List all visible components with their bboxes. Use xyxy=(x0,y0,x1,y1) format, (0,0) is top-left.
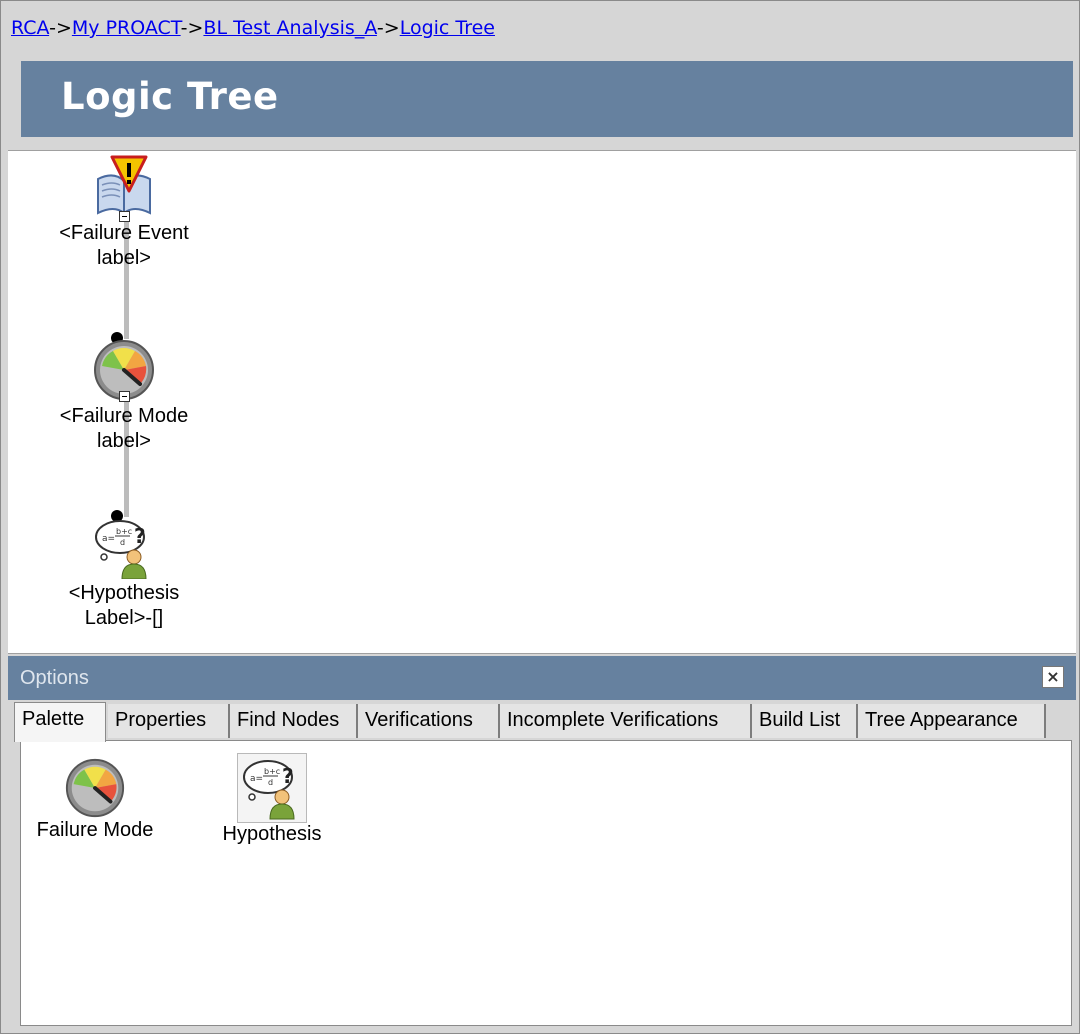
page-title: Logic Tree xyxy=(61,75,279,118)
options-title: Options xyxy=(20,667,89,689)
palette-item-failure-mode[interactable]: Failure Mode xyxy=(25,757,165,842)
collapse-toggle[interactable] xyxy=(119,391,130,402)
svg-text:b+c: b+c xyxy=(264,767,280,776)
tree-node-failure-event[interactable]: <Failure Event label> xyxy=(44,155,204,271)
hypothesis-icon: a= b+c d ? xyxy=(95,520,147,579)
tab-incomplete-verifications[interactable]: Incomplete Verifications xyxy=(500,704,752,738)
tab-tree-appearance[interactable]: Tree Appearance xyxy=(858,704,1046,738)
breadcrumb-link-my-proact[interactable]: My PROACT xyxy=(72,17,181,39)
tree-node-label: <Failure Mode label> xyxy=(59,405,189,452)
tab-palette[interactable]: Palette xyxy=(14,702,106,742)
breadcrumb-separator: -> xyxy=(180,17,204,39)
tree-node-label: <Failure Event label> xyxy=(59,222,189,269)
options-panel-header: Options × xyxy=(8,656,1076,700)
tab-properties[interactable]: Properties xyxy=(108,704,230,738)
tree-node-label: <Hypothesis Label>-[] xyxy=(68,582,180,629)
tab-build-list[interactable]: Build List xyxy=(752,704,858,738)
breadcrumb-link-logic-tree[interactable]: Logic Tree xyxy=(400,17,495,39)
palette-panel: Failure Mode a= b+c d ? Hypothesis xyxy=(20,740,1072,1026)
breadcrumb-link-rca[interactable]: RCA xyxy=(11,17,49,39)
options-tabs: Palette Properties Find Nodes Verificati… xyxy=(8,700,1076,742)
svg-text:b+c: b+c xyxy=(116,527,132,536)
breadcrumb-separator: -> xyxy=(49,17,72,39)
failure-mode-icon xyxy=(65,758,125,818)
breadcrumb-separator: -> xyxy=(376,17,400,39)
tab-find-nodes[interactable]: Find Nodes xyxy=(230,704,358,738)
svg-text:d: d xyxy=(120,538,125,547)
close-button[interactable]: × xyxy=(1042,666,1064,688)
svg-text:a=: a= xyxy=(102,534,115,544)
breadcrumb: RCA->My PROACT->BL Test Analysis_A->Logi… xyxy=(11,17,495,39)
svg-text:?: ? xyxy=(282,764,294,788)
palette-item-hypothesis[interactable]: a= b+c d ? Hypothesis xyxy=(207,753,337,846)
tree-node-failure-mode[interactable]: <Failure Mode label> xyxy=(44,339,204,454)
tab-verifications[interactable]: Verifications xyxy=(358,704,500,738)
palette-item-label: Hypothesis xyxy=(222,823,322,845)
svg-text:d: d xyxy=(268,778,273,787)
svg-text:a=: a= xyxy=(250,774,263,784)
palette-item-selection: a= b+c d ? xyxy=(237,753,307,823)
hypothesis-icon: a= b+c d ? xyxy=(243,760,295,820)
tree-node-hypothesis[interactable]: a= b+c d ? <Hypothesis Label>-[] xyxy=(44,517,204,631)
collapse-toggle[interactable] xyxy=(119,211,130,222)
breadcrumb-link-analysis[interactable]: BL Test Analysis_A xyxy=(203,17,376,39)
logic-tree-canvas[interactable]: <Failure Event label> <Failure Mode labe… xyxy=(8,150,1076,654)
svg-text:?: ? xyxy=(134,524,146,548)
page-header: Logic Tree xyxy=(21,61,1073,137)
palette-item-label: Failure Mode xyxy=(36,819,154,841)
